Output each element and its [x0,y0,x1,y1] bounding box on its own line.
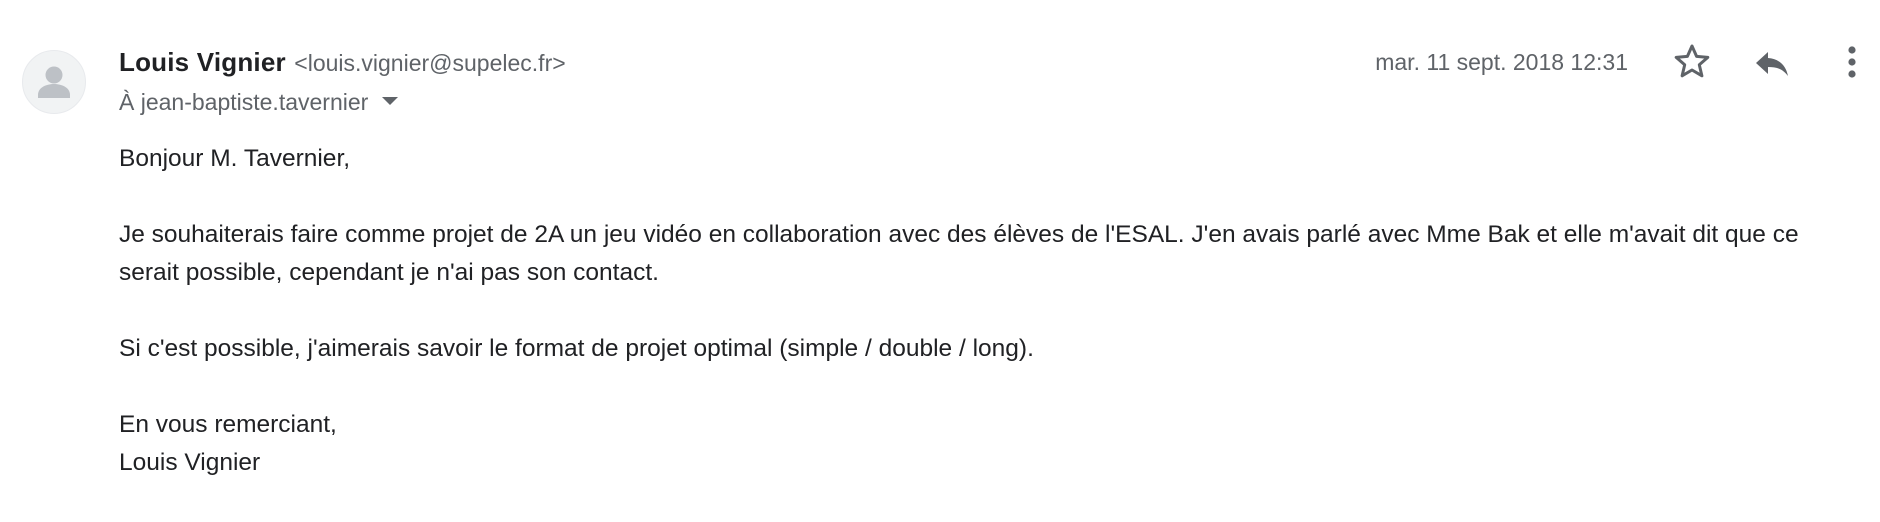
star-button[interactable] [1670,40,1714,84]
person-icon [38,66,70,98]
recipient-line: À jean-baptiste.tavernier [119,86,404,118]
reply-icon [1756,52,1788,76]
star-outline-icon [1674,44,1710,78]
message-date[interactable]: mar. 11 sept. 2018 12:31 [1375,46,1628,78]
recipient-label: À jean-baptiste.tavernier [119,89,369,115]
more-options-button[interactable] [1830,40,1866,84]
message-body: Bonjour M. Tavernier, Je souhaiterais fa… [119,140,1859,482]
reply-button[interactable] [1750,40,1794,84]
body-greeting: Bonjour M. Tavernier, [119,145,351,172]
body-signature: Louis Vignier [119,449,261,476]
sender-line: Louis Vignier <louis.vignier@supelec.fr> [119,46,566,83]
more-vert-icon [1848,46,1856,78]
sender-avatar[interactable] [22,50,86,114]
sender-name[interactable]: Louis Vignier [119,47,286,77]
body-paragraph-2: Si c'est possible, j'aimerais savoir le … [119,335,1034,362]
caret-down-icon [382,97,399,105]
body-paragraph-1: Je souhaiterais faire comme projet de 2A… [119,221,1799,286]
body-closing: En vous remerciant, [119,411,337,438]
sender-email: <louis.vignier@supelec.fr> [294,50,566,76]
email-message: Louis Vignier <louis.vignier@supelec.fr>… [0,0,1880,522]
show-details-button[interactable] [376,88,404,116]
